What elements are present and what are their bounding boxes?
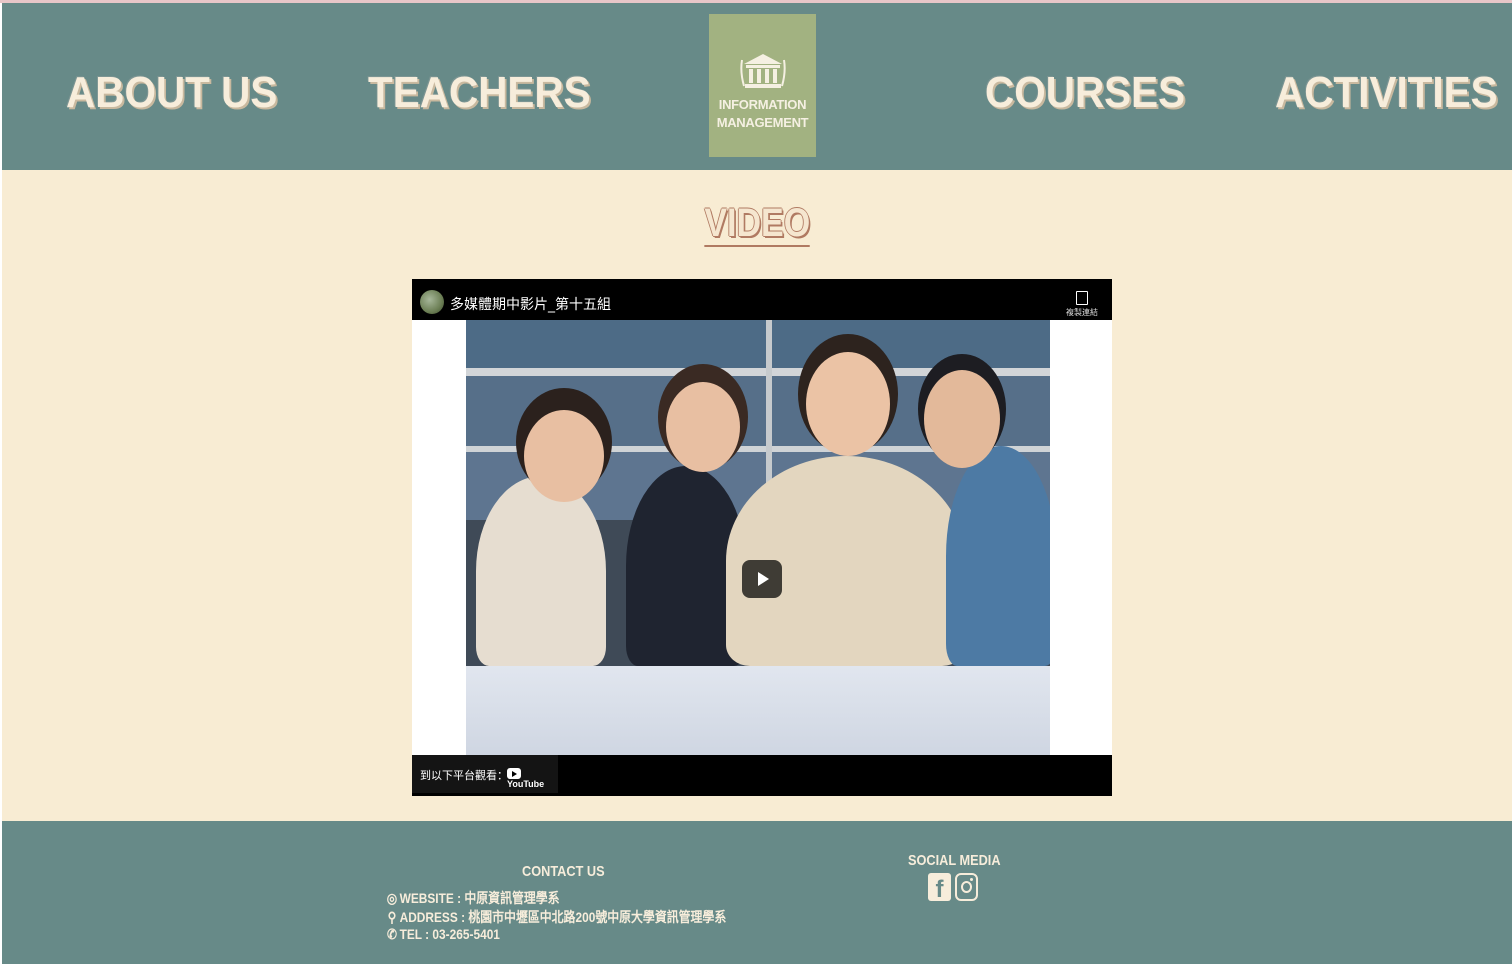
section-title-text: VIDEO [704,201,810,247]
video-title[interactable]: 多媒體期中影片_第十五組 [450,294,611,314]
contact-tel-text: TEL : 03-265-5401 [399,926,500,942]
video-thumbnail [466,320,1050,755]
section-title: VIDEO [2,201,1512,247]
site-footer: CONTACT US ◎ WEBSITE : 中原資訊管理學系 ⚲ ADDRESS … [2,821,1512,964]
nav-activities[interactable]: ACTIVITIES [1275,65,1498,125]
channel-avatar[interactable] [420,290,444,314]
person-2-head [666,382,740,472]
video-player[interactable]: 多媒體期中影片_第十五組 複製連結 到以下平台觀看： YouTube [412,279,1112,796]
person-4 [946,446,1050,666]
site-header: ABOUT US TEACHERS INFORMATION MANAGEMENT… [2,3,1512,170]
nav-courses[interactable]: COURSES [985,65,1185,125]
nav-teachers[interactable]: TEACHERS [368,65,591,125]
chrome-icon: ◎ [386,890,398,906]
contact-website[interactable]: ◎ WEBSITE : 中原資訊管理學系 [386,888,560,908]
player-top-bar: 多媒體期中影片_第十五組 複製連結 [412,279,1112,320]
instagram-icon[interactable] [955,873,978,901]
phone-icon: ✆ [386,926,397,942]
watch-on-label: 到以下平台觀看： [420,769,508,782]
person-3-head [806,352,890,456]
video-frame[interactable] [412,320,1112,755]
facebook-icon[interactable]: f [928,873,951,901]
location-pin-icon: ⚲ [387,909,397,925]
copy-link-button[interactable]: 複製連結 [1060,289,1104,319]
building-columns-icon [740,54,786,88]
contact-title: CONTACT US [522,863,605,880]
logo-line-2: MANAGEMENT [716,115,809,130]
play-button[interactable] [742,560,782,598]
social-media-title: SOCIAL MEDIA [908,852,1001,869]
logo-home-link[interactable]: INFORMATION MANAGEMENT [709,14,816,157]
page: ABOUT US TEACHERS INFORMATION MANAGEMENT… [2,3,1512,964]
player-bottom-bar: 到以下平台觀看： YouTube [412,755,1112,796]
youtube-logo: YouTube [507,768,558,789]
person-1-head [524,410,604,502]
contact-tel: ✆ TEL : 03-265-5401 [386,926,500,943]
person-1 [476,476,606,666]
copy-icon [1076,291,1088,305]
youtube-wordmark: YouTube [507,779,545,790]
contact-address-text: ADDRESS : 桃園市中壢區中北路200號中原大學資訊管理學系 [399,909,727,925]
copy-link-label: 複製連結 [1066,308,1098,317]
nav-about-us[interactable]: ABOUT US [66,65,277,125]
youtube-play-icon [507,768,521,780]
logo-text: INFORMATION MANAGEMENT [709,96,816,132]
contact-website-text: WEBSITE : 中原資訊管理學系 [399,890,560,906]
contact-address: ⚲ ADDRESS : 桃園市中壢區中北路200號中原大學資訊管理學系 [386,907,727,927]
person-4-head [924,370,1000,468]
watch-on-youtube-button[interactable]: 到以下平台觀看： YouTube [412,755,558,793]
table-surface [466,666,1050,755]
logo-line-1: INFORMATION [718,97,807,112]
